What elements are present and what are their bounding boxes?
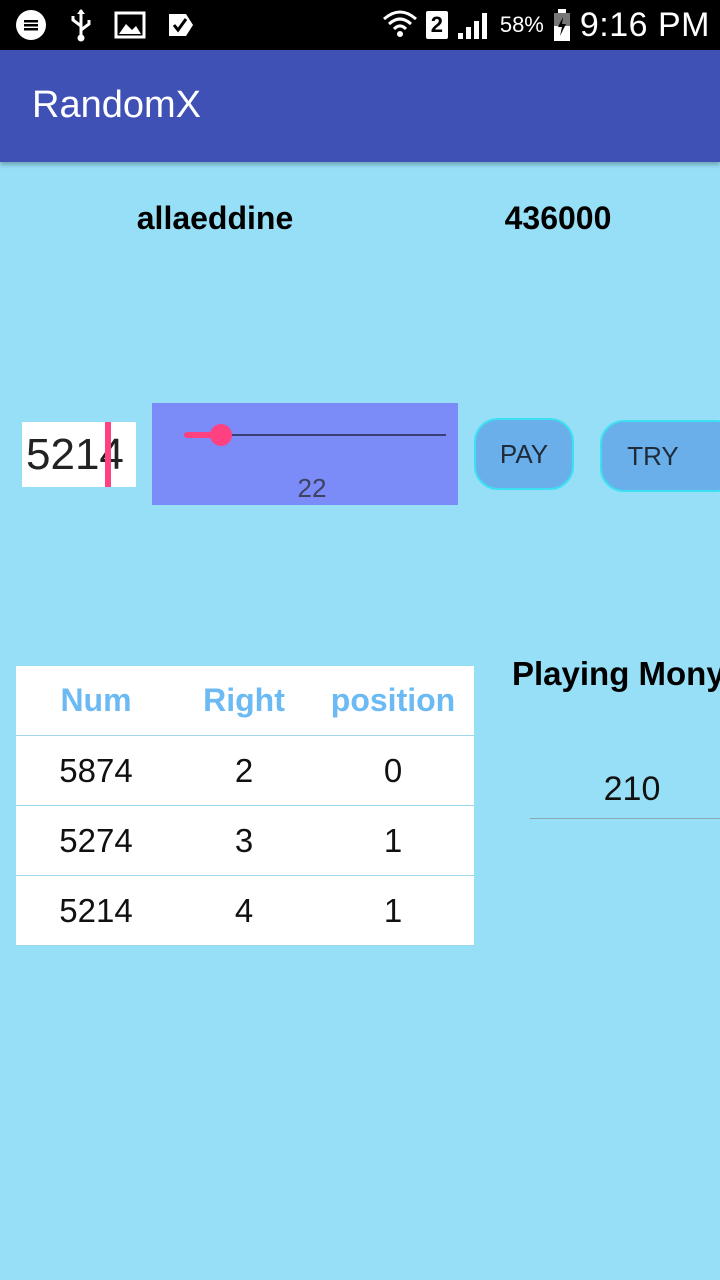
signal-icon: [456, 9, 492, 41]
cell-position: 1: [312, 805, 474, 876]
cell-num: 5214: [16, 875, 176, 946]
guess-history-table: Num Right position 5874 2 0 5274 3 1 521…: [16, 666, 474, 946]
status-bar: 2 58% 9:16 PM: [0, 0, 720, 50]
cell-right: 3: [176, 805, 312, 876]
slider-panel: 22: [152, 403, 458, 505]
header-num: Num: [16, 666, 176, 736]
text-cursor: [105, 422, 111, 487]
table-header-row: Num Right position: [16, 666, 474, 736]
playing-money-label: Playing Mony: [512, 655, 720, 692]
battery-icon: [552, 8, 572, 42]
table-row: 5274 3 1: [16, 805, 474, 876]
cell-position: 1: [312, 875, 474, 946]
slider-value: 22: [297, 473, 327, 503]
app-bar: RandomX: [0, 50, 720, 162]
app-title: RandomX: [32, 84, 201, 126]
table-row: 5874 2 0: [16, 735, 474, 806]
cell-position: 0: [312, 735, 474, 806]
usb-icon: [68, 8, 94, 42]
pay-button[interactable]: PAY: [474, 418, 574, 490]
message-icon: [14, 8, 48, 42]
header-right: Right: [176, 666, 312, 736]
image-icon: [114, 10, 146, 40]
cell-num: 5274: [16, 805, 176, 876]
player-name: allaeddine: [136, 200, 294, 236]
wifi-icon: [382, 9, 418, 41]
table-row: 5214 4 1: [16, 875, 474, 946]
checkbox-icon: [166, 10, 196, 40]
status-time: 9:16 PM: [579, 5, 710, 44]
battery-percent: 58%: [499, 12, 544, 37]
playing-money-underline: [530, 818, 720, 819]
playing-money-field[interactable]: 210: [530, 770, 720, 809]
header-position: position: [312, 666, 474, 736]
sim-slot-badge: 2: [425, 11, 448, 39]
cell-right: 2: [176, 735, 312, 806]
try-button[interactable]: TRY: [600, 420, 720, 492]
player-score: 436000: [504, 200, 612, 236]
slider-thumb[interactable]: [209, 424, 232, 446]
cell-right: 4: [176, 875, 312, 946]
guess-input[interactable]: 5214: [22, 422, 136, 487]
cell-num: 5874: [16, 735, 176, 806]
